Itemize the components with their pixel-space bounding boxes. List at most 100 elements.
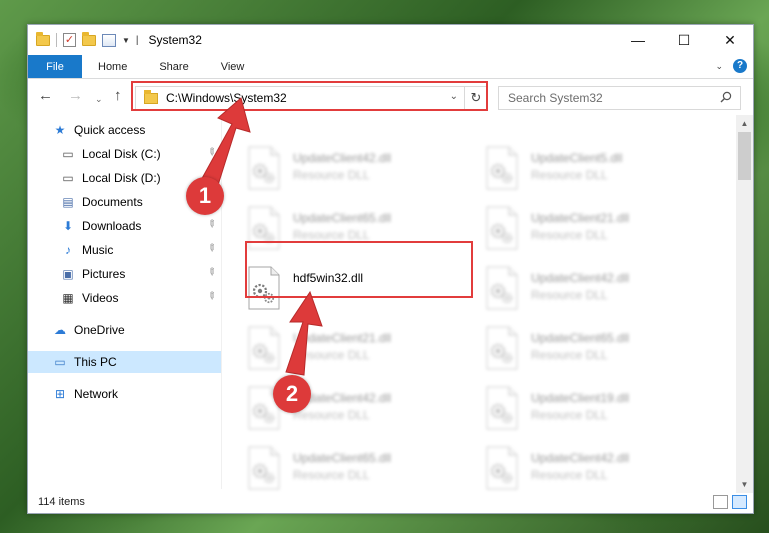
- file-item[interactable]: UpdateClient42.dll Resource DLL: [483, 265, 713, 315]
- videos-icon: ▦: [62, 291, 74, 305]
- file-item[interactable]: UpdateClient65.dll Resource DLL: [245, 445, 475, 493]
- file-list: UpdateClient42.dll Resource DLL UpdateClie…: [233, 115, 738, 493]
- computer-icon: ▭: [54, 355, 66, 369]
- file-type: Resource DLL: [531, 228, 608, 242]
- star-icon: ★: [54, 123, 66, 137]
- address-bar-highlight: [131, 81, 488, 111]
- properties-icon[interactable]: [102, 33, 116, 47]
- file-type: Resource DLL: [293, 468, 370, 482]
- file-type: Resource DLL: [293, 228, 370, 242]
- sidebar-item-local-disk-c[interactable]: ▭ Local Disk (C:) ✎: [28, 143, 221, 165]
- file-type: Resource DLL: [293, 168, 370, 182]
- pin-icon: ✎: [203, 289, 218, 304]
- sidebar-item-quick-access[interactable]: ★ Quick access: [28, 119, 221, 141]
- file-name: UpdateClient42.dll: [531, 271, 630, 285]
- file-item[interactable]: UpdateClient5.dll Resource DLL: [483, 145, 713, 195]
- file-item[interactable]: UpdateClient19.dll Resource DLL: [483, 385, 713, 435]
- dll-file-icon: [245, 325, 283, 371]
- toolbar-separator: [56, 33, 57, 47]
- file-type: Resource DLL: [531, 348, 608, 362]
- drive-icon: ▭: [62, 171, 74, 185]
- file-type: Resource DLL: [531, 168, 608, 182]
- up-button[interactable]: ↑: [114, 88, 122, 104]
- dll-file-icon: [483, 325, 521, 371]
- file-item[interactable]: UpdateClient42.dll Resource DLL: [245, 145, 475, 195]
- ribbon-right: ⌄ ?: [715, 59, 747, 73]
- file-highlight: [245, 241, 473, 298]
- sidebar-item-label: Local Disk (D:): [82, 171, 161, 185]
- folder-icon: [36, 31, 50, 46]
- help-icon[interactable]: ?: [733, 59, 747, 73]
- sidebar-item-label: Network: [74, 387, 119, 401]
- sidebar-item-label: Downloads: [82, 219, 142, 233]
- pin-icon: ✎: [203, 265, 218, 280]
- recent-locations-icon[interactable]: ⌄: [95, 91, 103, 107]
- sidebar-item-pictures[interactable]: ▣ Pictures ✎: [28, 263, 221, 285]
- file-item[interactable]: UpdateClient21.dll Resource DLL: [483, 205, 713, 255]
- tab-home[interactable]: Home: [82, 55, 143, 78]
- search-icon[interactable]: [720, 91, 732, 103]
- sidebar-item-videos[interactable]: ▦ Videos ✎: [28, 287, 221, 309]
- dll-file-icon: [483, 385, 521, 431]
- file-item[interactable]: UpdateClient21.dll Resource DLL: [245, 325, 475, 375]
- large-icons-view-icon[interactable]: [732, 495, 747, 509]
- forward-button[interactable]: →: [68, 88, 83, 104]
- scroll-up-button[interactable]: ▲: [736, 115, 753, 132]
- close-button[interactable]: ✕: [707, 25, 753, 55]
- pictures-icon: ▣: [62, 267, 74, 281]
- pane-divider[interactable]: [221, 119, 222, 489]
- new-folder-icon[interactable]: [82, 31, 96, 46]
- sidebar-item-downloads[interactable]: ⬇ Downloads ✎: [28, 215, 221, 237]
- maximize-button[interactable]: ☐: [661, 25, 707, 55]
- title-bar: ✓ ▼ | System32 — ☐ ✕: [28, 25, 753, 55]
- sidebar-item-label: Documents: [82, 195, 143, 209]
- details-view-icon[interactable]: [713, 495, 728, 509]
- tab-file[interactable]: File: [28, 55, 82, 78]
- file-name: UpdateClient65.dll: [293, 211, 392, 225]
- tab-view[interactable]: View: [205, 55, 261, 78]
- file-item[interactable]: UpdateClient65.dll Resource DLL: [483, 325, 713, 375]
- customize-toolbar-caret-icon[interactable]: |: [136, 35, 139, 46]
- step-1-badge: 1: [186, 177, 224, 215]
- network-icon: ⊞: [54, 387, 66, 401]
- file-item[interactable]: UpdateClient42.dll Resource DLL: [483, 445, 713, 493]
- status-bar: 114 items: [28, 491, 753, 513]
- sidebar-item-label: Music: [82, 243, 114, 257]
- sidebar-item-label: OneDrive: [74, 323, 125, 337]
- vertical-scrollbar[interactable]: ▲ ▼: [736, 115, 753, 493]
- back-button[interactable]: ←: [38, 88, 53, 104]
- sidebar-item-label: Videos: [82, 291, 119, 305]
- window-controls: — ☐ ✕: [615, 25, 753, 55]
- sidebar-item-network[interactable]: ⊞ Network: [28, 383, 221, 405]
- search-placeholder: Search System32: [508, 91, 603, 105]
- music-icon: ♪: [65, 243, 71, 257]
- file-name: UpdateClient21.dll: [531, 211, 630, 225]
- file-type: Resource DLL: [293, 408, 370, 422]
- dll-file-icon: [483, 145, 521, 191]
- dll-file-icon: [483, 445, 521, 491]
- file-name: UpdateClient19.dll: [531, 391, 630, 405]
- drive-icon: ▭: [62, 147, 74, 161]
- tab-share[interactable]: Share: [143, 55, 204, 78]
- cloud-icon: ☁: [54, 323, 66, 337]
- sidebar-item-onedrive[interactable]: ☁ OneDrive: [28, 319, 221, 341]
- file-name: UpdateClient42.dll: [531, 451, 630, 465]
- customize-toolbar-icon[interactable]: ▼: [122, 36, 130, 45]
- scroll-thumb[interactable]: [738, 132, 751, 180]
- file-name: UpdateClient42.dll: [293, 151, 392, 165]
- file-type: Resource DLL: [531, 468, 608, 482]
- pin-icon: ✎: [203, 241, 218, 256]
- dll-file-icon: [483, 265, 521, 311]
- quick-access-toolbar: ✓ ▼ |: [36, 31, 139, 47]
- sidebar-item-music[interactable]: ♪ Music ✎: [28, 239, 221, 261]
- file-type: Resource DLL: [293, 348, 370, 362]
- sidebar-item-this-pc[interactable]: ▭ This PC: [28, 351, 221, 373]
- properties-check-icon[interactable]: ✓: [63, 33, 76, 47]
- file-type: Resource DLL: [531, 408, 608, 422]
- minimize-button[interactable]: —: [615, 25, 661, 55]
- dll-file-icon: [483, 205, 521, 251]
- expand-ribbon-icon[interactable]: ⌄: [715, 61, 723, 72]
- sidebar-item-label: Quick access: [74, 123, 146, 137]
- search-input[interactable]: Search System32: [498, 86, 741, 110]
- file-name: UpdateClient65.dll: [293, 451, 392, 465]
